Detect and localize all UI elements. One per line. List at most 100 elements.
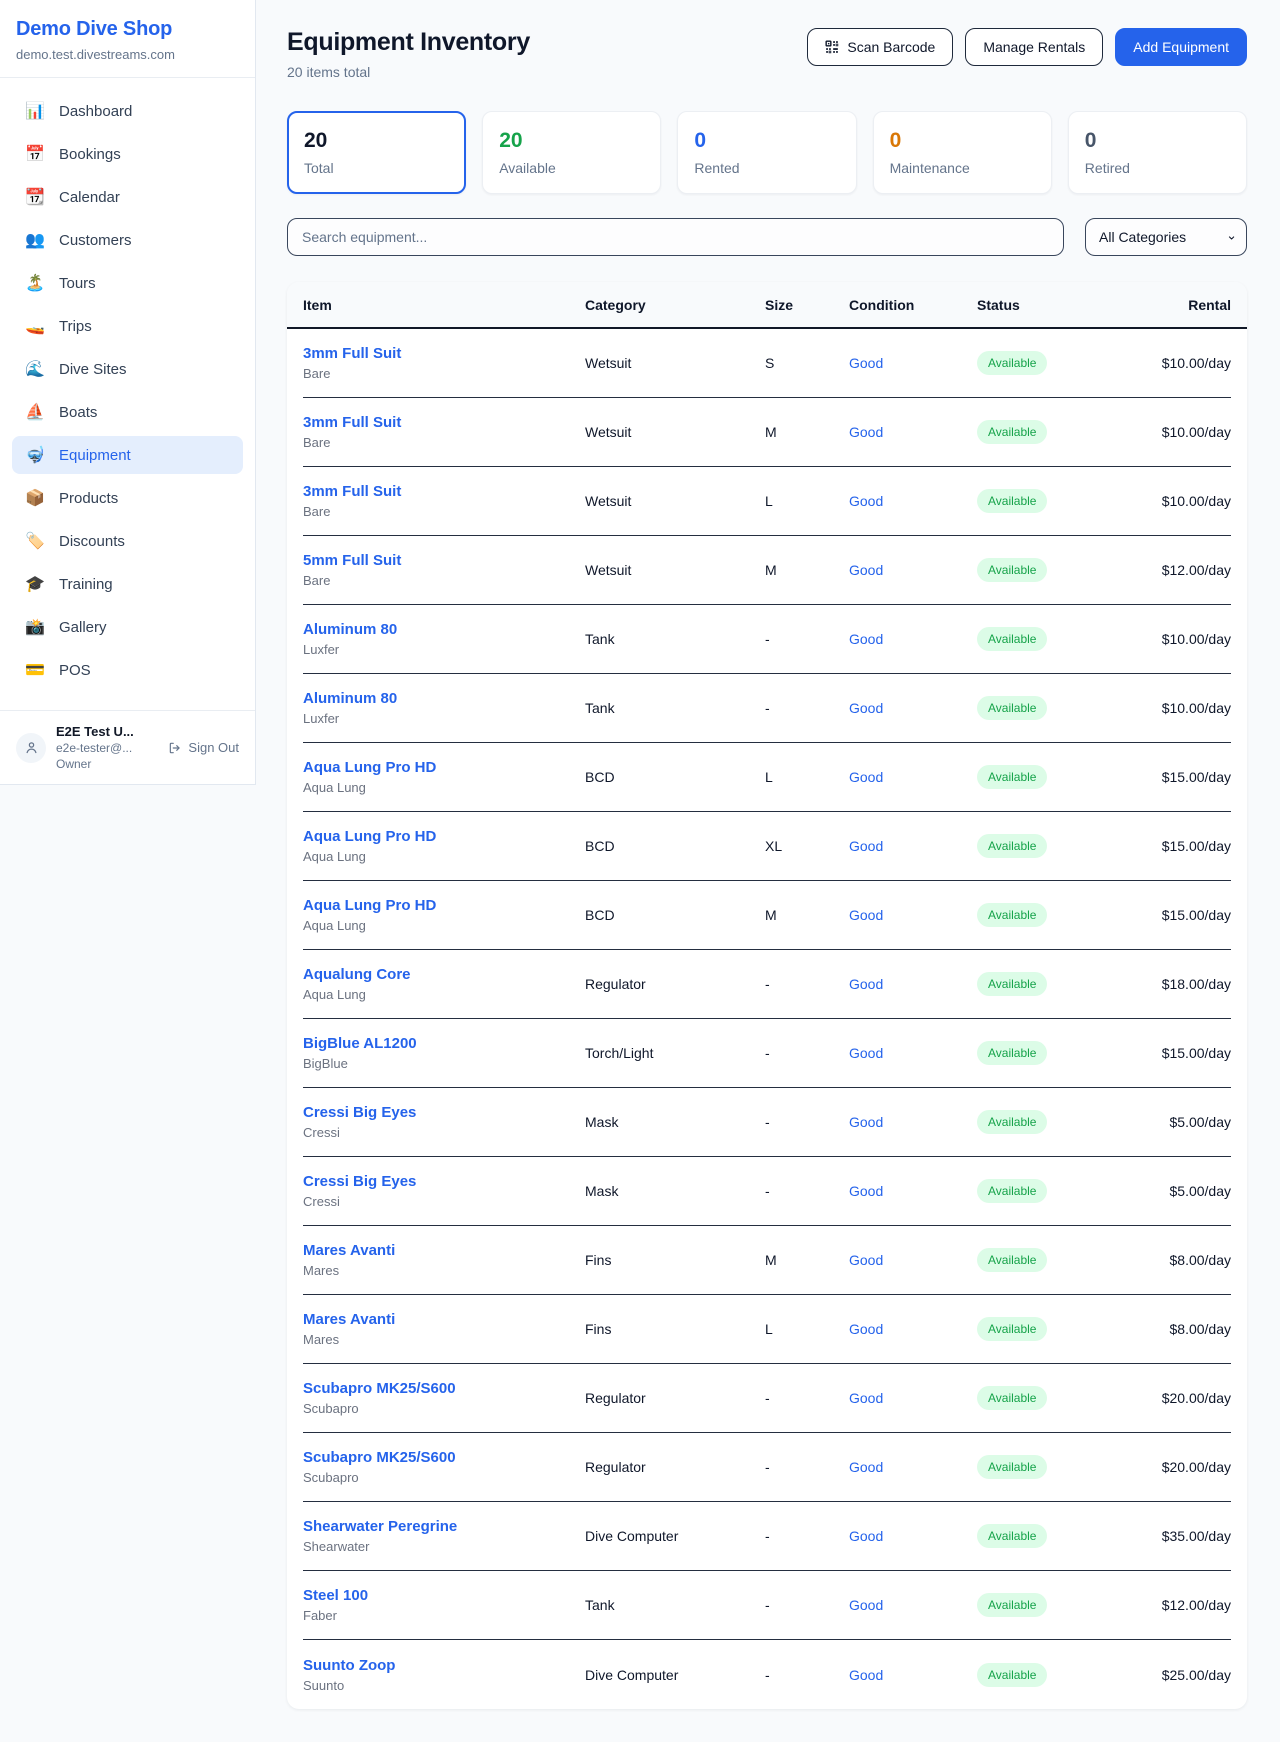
sidebar-item[interactable]: 🚤 Trips	[12, 307, 243, 345]
item-brand: Aqua Lung	[303, 780, 585, 795]
item-brand: Mares	[303, 1263, 585, 1278]
condition-link[interactable]: Good	[849, 838, 977, 854]
sidebar-item[interactable]: 🎓 Training	[12, 565, 243, 603]
user-name: E2E Test U...	[56, 724, 158, 739]
condition-link[interactable]: Good	[849, 769, 977, 785]
status-badge: Available	[977, 1317, 1047, 1341]
item-name-link[interactable]: Suunto Zoop	[303, 1657, 585, 1674]
stat-card[interactable]: 0 Retired	[1068, 111, 1247, 194]
sidebar-item-label: Customers	[59, 232, 132, 249]
size-cell: -	[765, 1459, 849, 1475]
item-name-link[interactable]: Steel 100	[303, 1587, 585, 1604]
condition-link[interactable]: Good	[849, 976, 977, 992]
item-name-link[interactable]: Cressi Big Eyes	[303, 1173, 585, 1190]
sign-out-button[interactable]: Sign Out	[168, 740, 239, 755]
nav-icon: 📸	[24, 617, 46, 637]
sidebar-item[interactable]: 📆 Calendar	[12, 178, 243, 216]
condition-link[interactable]: Good	[849, 1528, 977, 1544]
stat-card[interactable]: 20 Total	[287, 111, 466, 194]
sidebar-item[interactable]: 🏝️ Tours	[12, 264, 243, 302]
condition-link[interactable]: Good	[849, 1252, 977, 1268]
stat-label: Total	[304, 160, 449, 176]
category-cell: Dive Computer	[585, 1667, 765, 1683]
condition-link[interactable]: Good	[849, 493, 977, 509]
rental-cell: $18.00/day	[1123, 976, 1231, 992]
condition-link[interactable]: Good	[849, 355, 977, 371]
sidebar-nav: 📊 Dashboard 📅 Bookings 📆 Calendar 👥 Cust…	[0, 78, 255, 710]
rental-cell: $10.00/day	[1123, 355, 1231, 371]
item-name-link[interactable]: 3mm Full Suit	[303, 414, 585, 431]
sidebar-item[interactable]: 📊 Dashboard	[12, 92, 243, 130]
condition-link[interactable]: Good	[849, 1459, 977, 1475]
stat-label: Retired	[1085, 160, 1230, 176]
condition-link[interactable]: Good	[849, 1597, 977, 1613]
item-name-link[interactable]: Aluminum 80	[303, 690, 585, 707]
item-name-link[interactable]: Aluminum 80	[303, 621, 585, 638]
search-input[interactable]	[287, 218, 1064, 256]
size-cell: M	[765, 424, 849, 440]
item-name-link[interactable]: Mares Avanti	[303, 1311, 585, 1328]
item-brand: Faber	[303, 1608, 585, 1623]
condition-link[interactable]: Good	[849, 562, 977, 578]
status-badge: Available	[977, 1041, 1047, 1065]
size-cell: -	[765, 1667, 849, 1683]
table-row: Mares Avanti Mares Fins M Good Available…	[303, 1226, 1231, 1295]
condition-link[interactable]: Good	[849, 424, 977, 440]
status-cell: Available	[977, 1110, 1123, 1134]
item-brand: Cressi	[303, 1125, 585, 1140]
item-name-link[interactable]: 5mm Full Suit	[303, 552, 585, 569]
item-name-link[interactable]: Aqualung Core	[303, 966, 585, 983]
brand-block: Demo Dive Shop demo.test.divestreams.com	[0, 0, 255, 78]
category-select[interactable]: All Categories	[1085, 218, 1247, 256]
rental-cell: $5.00/day	[1123, 1114, 1231, 1130]
status-badge: Available	[977, 1455, 1047, 1479]
condition-link[interactable]: Good	[849, 1390, 977, 1406]
condition-link[interactable]: Good	[849, 1667, 977, 1683]
condition-link[interactable]: Good	[849, 1321, 977, 1337]
sidebar-item[interactable]: 📅 Bookings	[12, 135, 243, 173]
person-icon	[24, 740, 39, 755]
condition-link[interactable]: Good	[849, 700, 977, 716]
item-name-link[interactable]: Aqua Lung Pro HD	[303, 897, 585, 914]
item-name-link[interactable]: Aqua Lung Pro HD	[303, 759, 585, 776]
sidebar-item[interactable]: 💳 POS	[12, 651, 243, 689]
item-name-link[interactable]: Mares Avanti	[303, 1242, 585, 1259]
scan-barcode-button[interactable]: Scan Barcode	[807, 28, 953, 66]
item-name-link[interactable]: 3mm Full Suit	[303, 483, 585, 500]
user-box: E2E Test U... e2e-tester@... Owner Sign …	[0, 710, 255, 784]
condition-link[interactable]: Good	[849, 1045, 977, 1061]
sidebar-item[interactable]: 🏷️ Discounts	[12, 522, 243, 560]
condition-link[interactable]: Good	[849, 1183, 977, 1199]
manage-rentals-button[interactable]: Manage Rentals	[965, 28, 1103, 66]
sidebar-item[interactable]: 🤿 Equipment	[12, 436, 243, 474]
category-cell: Regulator	[585, 1390, 765, 1406]
item-name-link[interactable]: Cressi Big Eyes	[303, 1104, 585, 1121]
stat-card[interactable]: 0 Rented	[677, 111, 856, 194]
item-cell: Scubapro MK25/S600 Scubapro	[303, 1449, 585, 1485]
condition-link[interactable]: Good	[849, 631, 977, 647]
item-name-link[interactable]: BigBlue AL1200	[303, 1035, 585, 1052]
sidebar-item[interactable]: 🌊 Dive Sites	[12, 350, 243, 388]
table-row: Shearwater Peregrine Shearwater Dive Com…	[303, 1502, 1231, 1571]
add-equipment-button[interactable]: Add Equipment	[1115, 28, 1247, 66]
sidebar-item[interactable]: 📦 Products	[12, 479, 243, 517]
rental-cell: $10.00/day	[1123, 700, 1231, 716]
category-cell: Dive Computer	[585, 1528, 765, 1544]
nav-icon: 💳	[24, 660, 46, 680]
item-name-link[interactable]: Shearwater Peregrine	[303, 1518, 585, 1535]
item-name-link[interactable]: Aqua Lung Pro HD	[303, 828, 585, 845]
condition-link[interactable]: Good	[849, 907, 977, 923]
item-name-link[interactable]: 3mm Full Suit	[303, 345, 585, 362]
barcode-icon	[825, 40, 839, 54]
sidebar-item[interactable]: 👥 Customers	[12, 221, 243, 259]
item-name-link[interactable]: Scubapro MK25/S600	[303, 1449, 585, 1466]
item-name-link[interactable]: Scubapro MK25/S600	[303, 1380, 585, 1397]
item-cell: Aqua Lung Pro HD Aqua Lung	[303, 828, 585, 864]
sidebar-item[interactable]: 📸 Gallery	[12, 608, 243, 646]
condition-link[interactable]: Good	[849, 1114, 977, 1130]
stat-card[interactable]: 0 Maintenance	[873, 111, 1052, 194]
stat-card[interactable]: 20 Available	[482, 111, 661, 194]
status-badge: Available	[977, 420, 1047, 444]
scan-barcode-label: Scan Barcode	[847, 39, 935, 55]
sidebar-item[interactable]: ⛵ Boats	[12, 393, 243, 431]
